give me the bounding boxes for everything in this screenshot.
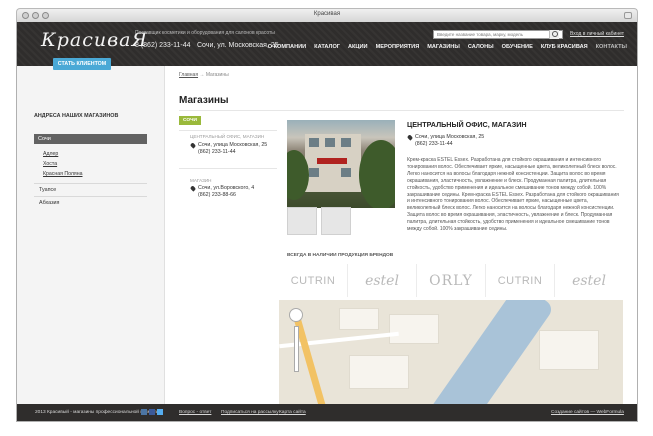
office-title: ЦЕНТРАЛЬНЫЙ ОФИС, МАГАЗИН (407, 120, 527, 129)
twitter-icon[interactable] (157, 409, 163, 415)
footer-credit-link[interactable]: Создание сайтов — WebFormula (551, 410, 624, 415)
site-logo[interactable]: КрасиваЯ (41, 29, 148, 51)
office-description: Крем-краска ESTEL Essex. Разработана для… (407, 157, 619, 233)
brands-title: ВСЕГДА В НАЛИЧИИ ПРОДУКЦИЯ БРЕНДОВ (287, 253, 394, 258)
vk-icon[interactable] (141, 409, 147, 415)
become-client-button[interactable]: СТАТЬ КЛИЕНТОМ (53, 58, 111, 70)
map-block (339, 308, 379, 330)
map-pan-control[interactable] (289, 308, 303, 322)
search-icon[interactable] (549, 30, 559, 39)
map-block (389, 314, 439, 344)
brand-logo-estel[interactable]: estel (348, 264, 417, 297)
office-phone: (862) 233-88-66 (198, 192, 236, 198)
office-detail-address: Сочи, улица Московская, 25 (415, 134, 485, 140)
office-phone: (862) 233-11-44 (198, 149, 236, 155)
footer-question-link[interactable]: Вопрос - ответ (179, 410, 211, 415)
sidebar-title: АНДРЕСА НАШИХ МАГАЗИНОВ (34, 113, 119, 119)
breadcrumb-current: Магазины (205, 72, 229, 78)
office-caption[interactable]: ЦЕНТРАЛЬНЫЙ ОФИС, МАГАЗИН (190, 134, 264, 139)
brand-logo-orly[interactable]: ORLY (417, 264, 486, 297)
nav-events[interactable]: МЕРОПРИЯТИЯ (372, 44, 424, 50)
location-map[interactable] (279, 300, 623, 404)
photo-window (325, 138, 335, 147)
sidebar-divider (34, 183, 147, 184)
nav-shops[interactable]: МАГАЗИНЫ (423, 44, 464, 50)
photo-shop-sign (317, 158, 347, 164)
photo-window (341, 168, 351, 177)
browser-viewport: КрасиваЯ Поставщик косметики и оборудова… (16, 22, 638, 422)
brands-strip: CUTRIN estel ORLY CUTRIN estel (279, 264, 623, 297)
sidebar-item-abkhazia[interactable]: Абхазия (39, 200, 59, 206)
sidebar-item-khosta[interactable]: Хоста (43, 161, 57, 167)
fullscreen-icon[interactable] (624, 12, 632, 19)
site-footer: 2013 Красивый - магазины профессионально… (17, 404, 637, 421)
photo-window (341, 138, 351, 147)
sidebar-item-adler[interactable]: Адлер (43, 151, 58, 157)
brand-logo-estel[interactable]: estel (555, 264, 623, 297)
photo-tree (359, 140, 395, 208)
page-title: Магазины (179, 95, 229, 106)
breadcrumb-separator: → (199, 72, 205, 78)
photo-window (309, 168, 319, 177)
facebook-icon[interactable] (149, 409, 155, 415)
nav-training[interactable]: ОБУЧЕНИЕ (498, 44, 537, 50)
window-title: Красивая (313, 11, 341, 17)
brand-logo-cutrin[interactable]: CUTRIN (486, 264, 555, 297)
nav-promotions[interactable]: АКЦИИ (344, 44, 372, 50)
sidebar-divider (34, 196, 147, 197)
footer-subscribe-link[interactable]: Подписаться на рассылку (221, 410, 279, 415)
photo-thumbnail[interactable] (287, 207, 317, 235)
brand-logo-cutrin[interactable]: CUTRIN (279, 264, 348, 297)
office-caption[interactable]: МАГАЗИН (190, 178, 211, 183)
office-address[interactable]: Сочи, ул.Воровского, 4 (198, 185, 254, 191)
location-pin-icon (189, 185, 197, 192)
sidebar-item-sochi[interactable]: Сочи (34, 134, 147, 144)
nav-contacts[interactable]: КОНТАКТЫ (592, 44, 631, 50)
sidebar: СТАТЬ КЛИЕНТОМ АНДРЕСА НАШИХ МАГАЗИНОВ С… (17, 58, 165, 404)
tagline: Поставщик косметики и оборудования для с… (135, 30, 275, 36)
nav-catalog[interactable]: КАТАЛОГ (310, 44, 344, 50)
map-block (349, 355, 409, 389)
sidebar-item-krasnaya-polyana[interactable]: Красная Поляна (43, 171, 82, 177)
office-detail-phone: (862) 233-11-44 (415, 141, 453, 147)
location-pin-icon (189, 142, 197, 149)
location-pin-icon (406, 134, 414, 141)
office-address[interactable]: Сочи, улица Московская, 25 (198, 142, 267, 148)
office-divider (179, 168, 277, 169)
main-nav: О КОМПАНИИ КАТАЛОГ АКЦИИ МЕРОПРИЯТИЯ МАГ… (264, 44, 631, 50)
nav-club[interactable]: КЛУБ КРАСИВАЯ (537, 44, 592, 50)
nav-salons[interactable]: САЛОНЫ (464, 44, 498, 50)
header-phone: 8 (862) 233-11-44 (135, 42, 191, 49)
photo-window (309, 138, 319, 147)
sidebar-item-tuapse[interactable]: Туапсе (39, 187, 56, 193)
city-tag: СОЧИ (179, 116, 201, 125)
nav-about[interactable]: О КОМПАНИИ (264, 44, 310, 50)
office-divider (179, 130, 277, 131)
photo-thumbnail[interactable] (321, 207, 351, 235)
map-river (427, 300, 555, 404)
shop-photo[interactable] (287, 120, 395, 208)
breadcrumb-home[interactable]: Главная (179, 72, 198, 78)
browser-titlebar: Красивая (16, 8, 638, 22)
breadcrumb: Главная → Магазины (179, 72, 229, 78)
login-link[interactable]: Вход в личный кабинет (570, 31, 624, 37)
title-divider (179, 110, 624, 111)
footer-sitemap-link[interactable]: Карта сайта (279, 410, 306, 415)
search-input[interactable]: Введите название товара, марку, модель (433, 30, 563, 39)
map-zoom-slider[interactable] (294, 326, 299, 372)
map-block (539, 330, 599, 370)
